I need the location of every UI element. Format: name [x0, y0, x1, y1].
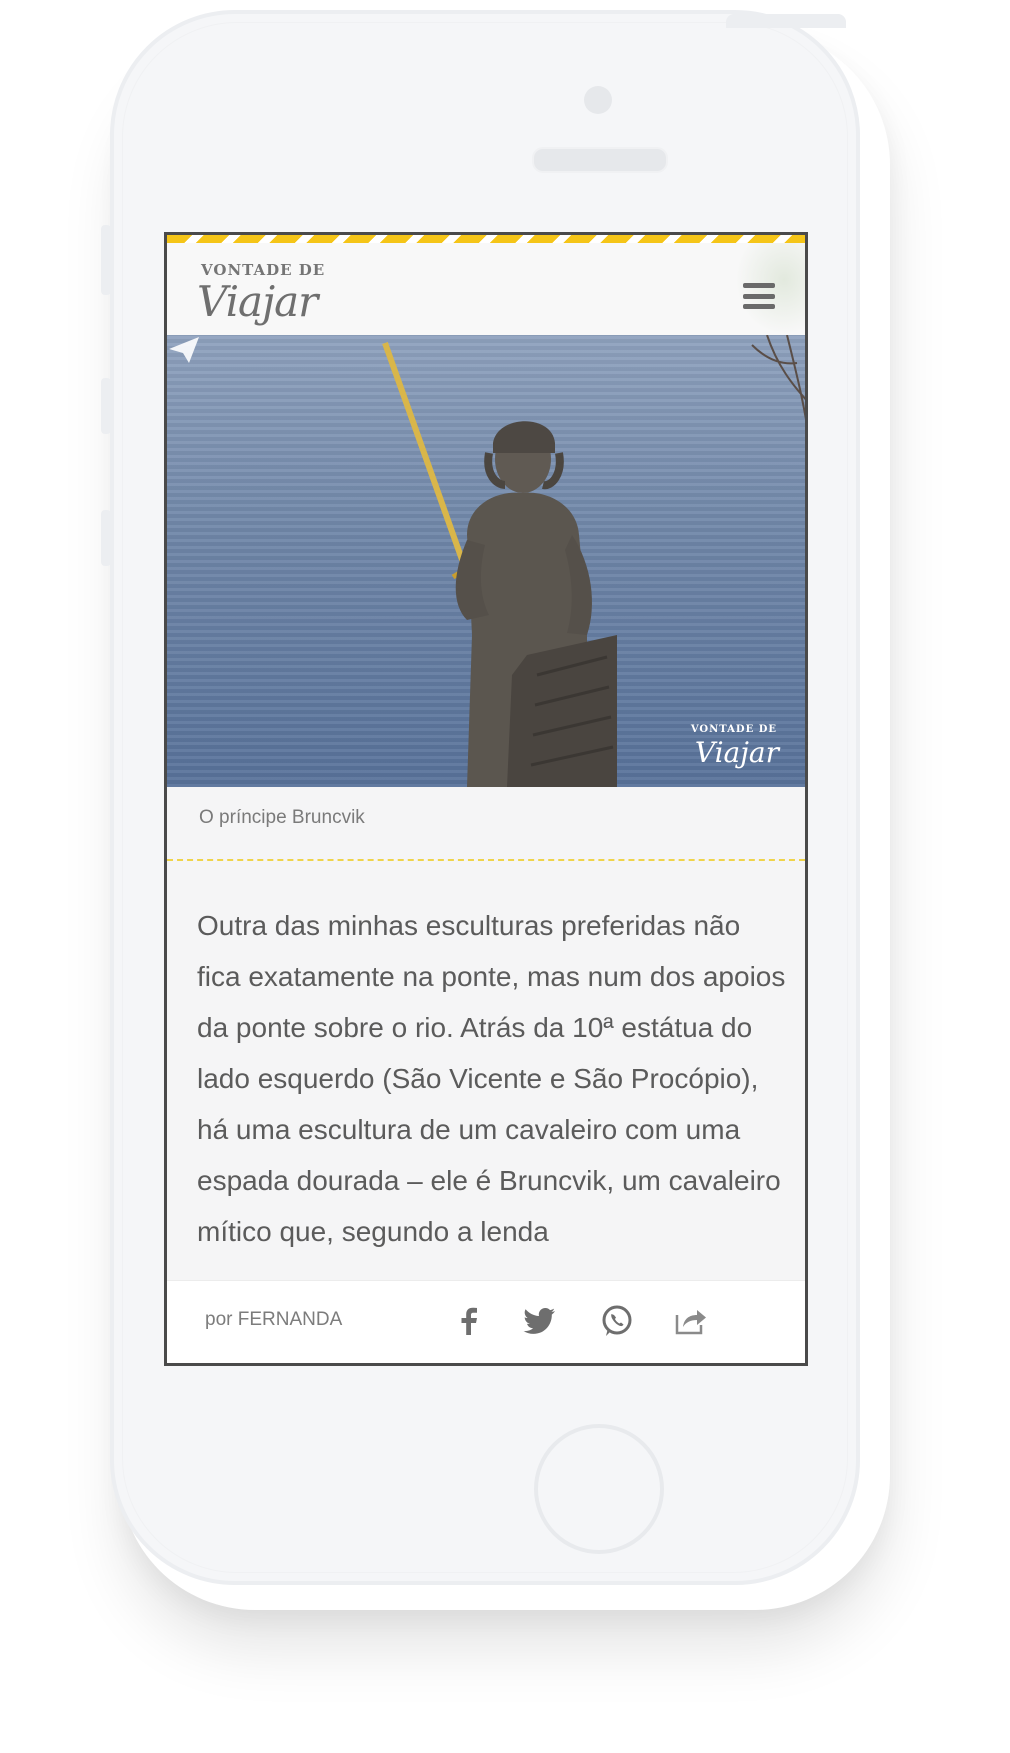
caption-text: O príncipe Bruncvik: [199, 807, 365, 828]
statue-illustration: [382, 335, 805, 787]
image-caption: O príncipe Bruncvik: [167, 787, 805, 861]
whatsapp-icon[interactable]: [597, 1301, 637, 1341]
home-button: [534, 1424, 664, 1554]
accent-stripe: [167, 235, 805, 243]
hamburger-menu-icon[interactable]: [743, 283, 775, 309]
facebook-icon[interactable]: [449, 1301, 489, 1341]
front-camera: [584, 86, 612, 114]
site-header: VONTADE DE Viajar: [167, 243, 805, 335]
share-icon[interactable]: [671, 1301, 711, 1341]
paper-plane-icon: [169, 337, 199, 363]
earpiece-speaker: [532, 147, 668, 173]
article-footer: por FERNANDA: [167, 1280, 805, 1363]
volume-down-button: [101, 510, 111, 566]
phone-screen: VONTADE DE Viajar VONTADE DE Viajar O pr…: [164, 232, 808, 1366]
watermark-script-text: Viajar: [694, 736, 779, 769]
volume-up-button: [101, 378, 111, 434]
power-button: [726, 14, 846, 28]
mute-switch: [101, 225, 111, 295]
logo-script-text[interactable]: Viajar: [197, 277, 318, 326]
author-byline[interactable]: por FERNANDA: [205, 1309, 342, 1331]
knight-statue-image: VONTADE DE Viajar: [167, 335, 805, 787]
watermark-top-text: VONTADE DE: [690, 724, 777, 735]
article-paragraph: Outra das minhas esculturas preferidas n…: [197, 910, 786, 1247]
twitter-icon[interactable]: [519, 1301, 559, 1341]
